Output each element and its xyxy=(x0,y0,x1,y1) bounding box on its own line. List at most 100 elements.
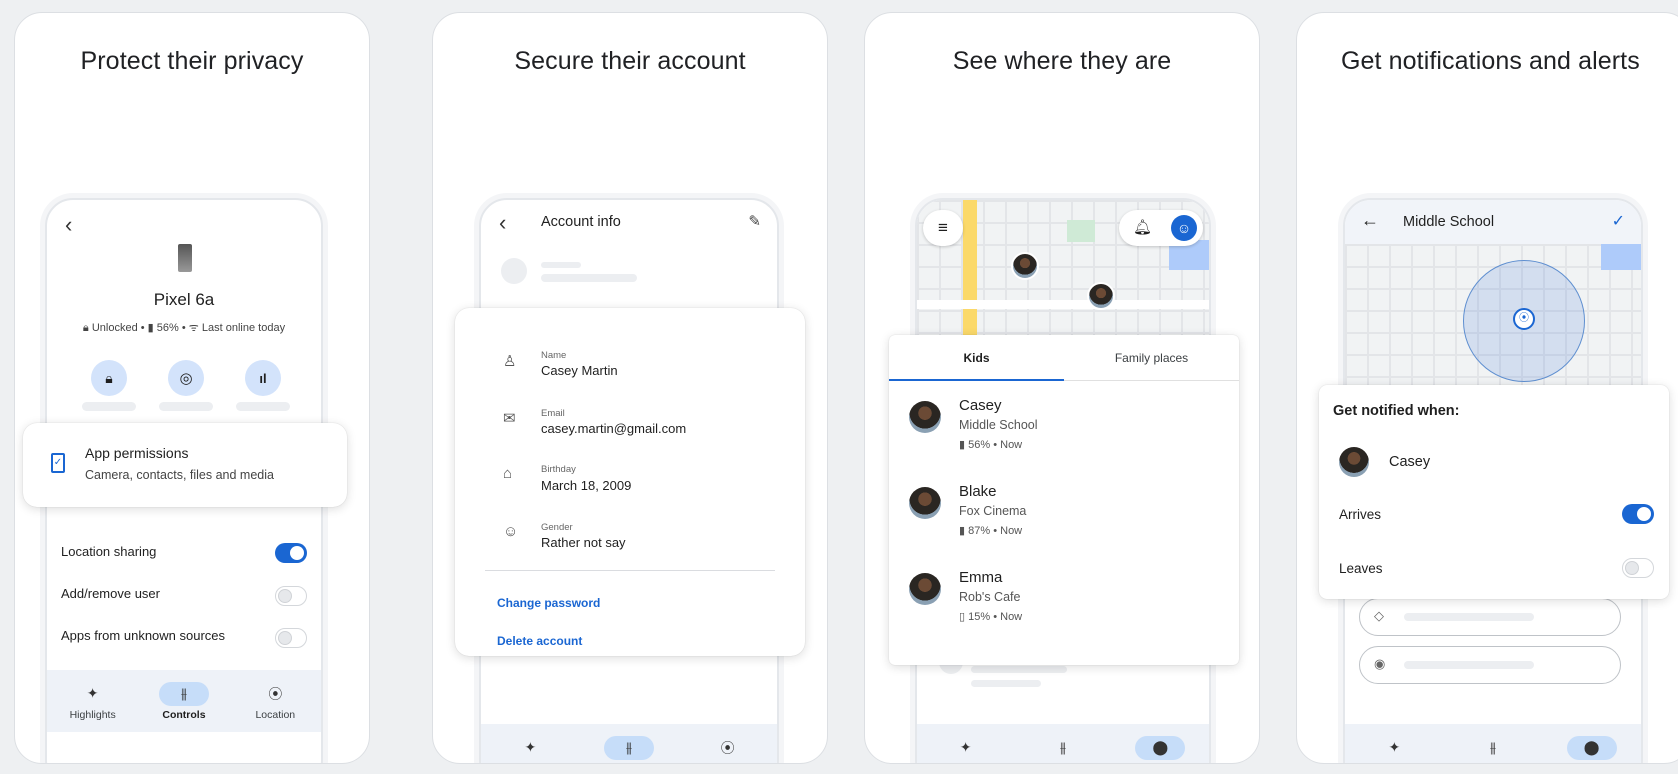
panel-account: Secure their account ‹ Account info ✎ ✦ H… xyxy=(432,12,828,764)
change-password-link[interactable]: Change password xyxy=(497,596,600,610)
bottom-nav: ✦ Highlights ⫵ Controls ⬤ Location xyxy=(1345,724,1641,763)
padlock-icon: 🔒︎ xyxy=(105,369,113,386)
avatar xyxy=(909,401,941,433)
bottom-nav: ✦ Highlights ⫵ Controls ⬤ Location xyxy=(917,724,1209,763)
name-value: Casey Martin xyxy=(541,363,618,378)
battery-value: 15% xyxy=(968,611,991,623)
status-battery: 56% xyxy=(156,322,179,334)
nav-location[interactable]: ⦿ Location xyxy=(235,682,315,721)
setting-label: Add/remove user xyxy=(61,586,160,601)
nav-controls[interactable]: ⫵ Controls xyxy=(589,735,669,763)
setting-location-sharing[interactable]: Location sharing xyxy=(61,544,156,559)
edit-icon[interactable]: ✎ xyxy=(748,212,761,230)
lock-icon: 🔒︎ xyxy=(82,322,89,334)
permissions-subtitle: Camera, contacts, files and media xyxy=(85,468,274,482)
address-field[interactable]: ◉ xyxy=(1359,646,1621,684)
bottom-nav: ✦ Highlights ⫵ Controls ⦿ Location xyxy=(481,724,777,764)
nav-label: Location xyxy=(255,708,296,721)
nav-controls[interactable]: ⫵ Controls xyxy=(1453,736,1533,763)
permissions-title: App permissions xyxy=(85,445,189,461)
back-icon[interactable]: ‹ xyxy=(499,210,506,236)
stats-action-button[interactable]: ıl xyxy=(245,360,281,396)
map-park xyxy=(1067,220,1095,242)
nav-label: Highlights xyxy=(69,708,116,721)
unknown-sources-toggle[interactable] xyxy=(275,628,307,648)
nav-controls[interactable]: ⫵ Controls xyxy=(144,681,224,721)
nav-highlights[interactable]: ✦ Highlights xyxy=(1354,736,1434,763)
battery-value: 87% xyxy=(968,525,991,537)
notify-person: Casey xyxy=(1389,454,1431,470)
time-value: Now xyxy=(1000,439,1023,451)
mail-icon: ✉ xyxy=(503,410,516,427)
panel-title: See where they are xyxy=(952,47,1172,75)
list-item[interactable]: Emma Rob's Cafe ▯ 15% • Now xyxy=(889,563,1239,645)
back-arrow-icon[interactable]: ← xyxy=(1361,210,1379,231)
list-item[interactable]: Blake Fox Cinema ▮ 87% • Now xyxy=(889,477,1239,559)
time-value: Now xyxy=(1000,611,1023,623)
leaves-label: Leaves xyxy=(1339,561,1383,576)
location-sharing-toggle[interactable] xyxy=(275,543,307,563)
field-label: Name xyxy=(541,350,567,361)
map-road xyxy=(917,300,1209,309)
sparkle-icon: ✦ xyxy=(86,685,99,701)
gender-value: Rather not say xyxy=(541,535,626,550)
nav-highlights[interactable]: ✦ Highlights xyxy=(53,682,133,721)
panel-privacy: Protect their privacy ‹ Pixel 6a 🔒︎ Unlo… xyxy=(14,12,370,764)
menu-icon: ≡ xyxy=(938,218,948,237)
label-field[interactable]: ◇ xyxy=(1359,598,1621,636)
person-meta: ▮ 56% • Now xyxy=(959,439,1023,451)
permissions-icon: ✓ xyxy=(51,453,65,473)
arrives-toggle[interactable] xyxy=(1622,504,1654,524)
check-icon[interactable]: ✓ xyxy=(1612,211,1625,231)
field-label: Birthday xyxy=(541,464,576,475)
map-marker-casey[interactable] xyxy=(1011,252,1039,280)
geofence-center-pin[interactable]: ⦿ xyxy=(1513,308,1535,330)
add-remove-user-toggle[interactable] xyxy=(275,586,307,606)
field-label: Gender xyxy=(541,522,573,533)
list-item[interactable]: Casey Middle School ▮ 56% • Now xyxy=(889,391,1239,473)
nav-label: Highlights xyxy=(507,763,553,764)
bell-icon[interactable]: 🔔︎ xyxy=(1133,218,1152,236)
app-permissions-card[interactable]: ✓ App permissions Camera, contacts, file… xyxy=(23,423,347,507)
map-marker-blake[interactable] xyxy=(1087,282,1115,310)
tag-icon: ◇ xyxy=(1374,608,1384,623)
back-icon[interactable]: ‹ xyxy=(65,212,72,238)
setting-add-remove-user[interactable]: Add/remove user xyxy=(61,586,160,601)
person-name: Casey xyxy=(959,397,1002,414)
nav-location[interactable]: ⬤ Location xyxy=(1120,735,1200,763)
menu-button[interactable]: ≡ xyxy=(923,210,963,246)
people-card: Kids Family places Casey Middle School ▮… xyxy=(889,335,1239,665)
tab-family-places[interactable]: Family places xyxy=(1064,335,1239,381)
pin-outline-icon: ◉ xyxy=(1374,656,1386,671)
bar-chart-icon: ıl xyxy=(259,370,267,386)
battery-icon: ▮ xyxy=(959,439,966,451)
tab-label: Kids xyxy=(963,351,990,365)
setting-unknown-sources[interactable]: Apps from unknown sources xyxy=(61,628,225,643)
tab-kids[interactable]: Kids xyxy=(889,335,1064,381)
status-unlocked: Unlocked xyxy=(91,322,138,334)
sliders-icon: ⫵ xyxy=(1489,739,1497,755)
account-header: Account info xyxy=(541,214,621,230)
lock-action-button[interactable]: 🔒︎ xyxy=(91,360,127,396)
nav-highlights[interactable]: ✦ Highlights xyxy=(926,736,1006,763)
avatar xyxy=(909,573,941,605)
nav-controls[interactable]: ⫵ Controls xyxy=(1023,736,1103,763)
panel-title: Secure their account xyxy=(514,47,746,75)
nav-location[interactable]: ⬤ Location xyxy=(1552,735,1632,763)
avatar xyxy=(909,487,941,519)
leaves-toggle[interactable] xyxy=(1622,558,1654,578)
map-view[interactable]: ⦿ xyxy=(1345,244,1641,394)
ring-action-button[interactable]: ◎ xyxy=(168,360,204,396)
delete-account-link[interactable]: Delete account xyxy=(497,634,582,648)
avatar xyxy=(1339,447,1369,477)
person-place: Rob's Cafe xyxy=(959,590,1021,604)
account-avatar-icon[interactable]: ☺ xyxy=(1171,215,1197,241)
cake-icon: ⌂ xyxy=(503,465,513,482)
battery-icon: ▮ xyxy=(959,525,966,537)
bottom-nav: ✦ Highlights ⫵ Controls ⦿ Location xyxy=(47,670,321,732)
header-title: Middle School xyxy=(1403,214,1495,230)
nav-location[interactable]: ⦿ Location xyxy=(688,736,768,764)
location-pin-icon: ⬤ xyxy=(1566,735,1617,760)
nav-highlights[interactable]: ✦ Highlights xyxy=(490,736,570,764)
location-pin-icon: ⬤ xyxy=(1135,735,1186,760)
